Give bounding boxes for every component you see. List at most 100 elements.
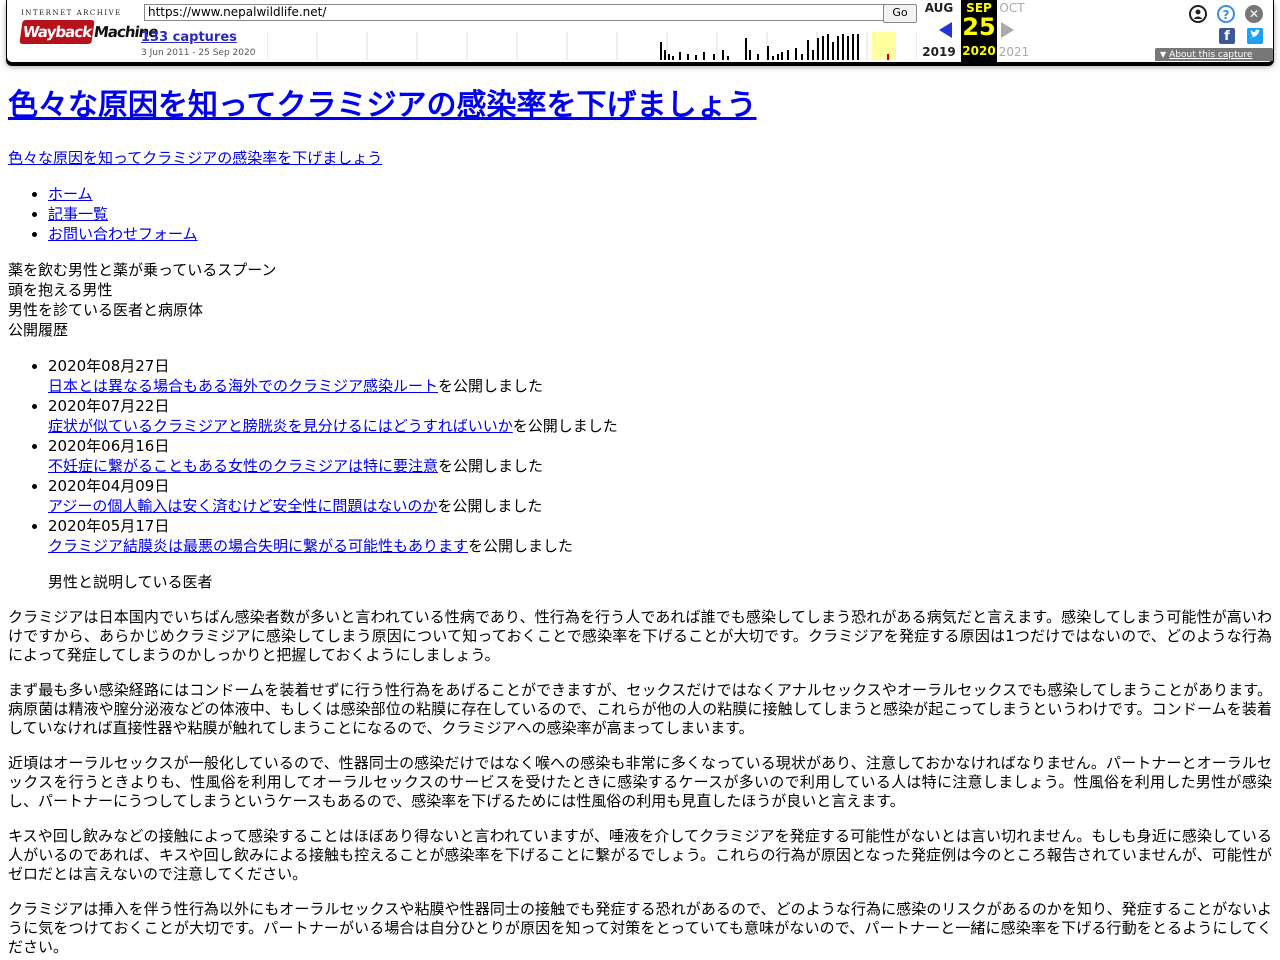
captures-link-wrap: 133 captures bbox=[141, 30, 237, 45]
next-month-label: OCT bbox=[999, 1, 1025, 15]
sparkline-capture-bar bbox=[703, 52, 705, 60]
prev-capture-arrow-icon[interactable] bbox=[939, 22, 952, 38]
wayback-logo[interactable]: INTERNET ARCHIVE Wayback Machine bbox=[19, 9, 159, 45]
article-paragraph: まず最も多い感染経路にはコンドームを装着せずに行う性行為をあげることができますが… bbox=[8, 681, 1272, 737]
history-date: 2020年04月09日 bbox=[48, 477, 170, 495]
sparkline-capture-bar bbox=[687, 54, 689, 60]
current-year: 2020 bbox=[962, 44, 996, 58]
sparkline-capture-bar bbox=[664, 50, 666, 60]
main-nav: ホーム 記事一覧 お問い合わせフォーム bbox=[8, 184, 1272, 244]
sparkline-capture-bar bbox=[842, 34, 844, 60]
history-suffix: を公開しました bbox=[438, 377, 544, 395]
sparkline-capture-bar bbox=[887, 54, 889, 60]
sparkline-capture-bar bbox=[812, 50, 814, 60]
sparkline-capture-bar bbox=[807, 40, 809, 60]
facebook-icon[interactable]: f bbox=[1219, 28, 1235, 44]
sparkline-capture-bar bbox=[847, 36, 849, 60]
sparkline-capture-bar bbox=[668, 54, 670, 60]
sparkline-capture-bar bbox=[837, 36, 839, 60]
sparkline-capture-bar bbox=[727, 56, 729, 60]
sparkline-capture-bar bbox=[672, 56, 674, 60]
history-heading: 公開履歴 bbox=[8, 321, 69, 339]
sparkline-capture-bar bbox=[827, 34, 829, 60]
logo-wayback-word: Wayback bbox=[19, 20, 95, 44]
capture-range: 3 Jun 2011 - 25 Sep 2020 bbox=[141, 48, 256, 58]
about-capture-tab[interactable]: ▼ About this capture bbox=[1155, 48, 1273, 61]
captures-link[interactable]: 133 captures bbox=[141, 30, 237, 45]
sparkline-capture-bar bbox=[695, 55, 697, 60]
sparkline-capture-bar bbox=[777, 54, 779, 60]
history-suffix: を公開しました bbox=[468, 537, 574, 555]
sparkline-capture-bar bbox=[795, 48, 797, 60]
sparkline-capture-bar bbox=[817, 38, 819, 60]
sparkline-capture-bar bbox=[745, 38, 747, 60]
current-capture-date: SEP 25 2020 bbox=[961, 0, 997, 62]
broken-image-list: 薬を飲む男性と薬が乗っているスプーン 頭を抱える男性 男性を診ている医者と病原体… bbox=[8, 260, 1272, 340]
article-paragraph: クラミジアは日本国内でいちばん感染者数が多いと言われている性病であり、性行為を行… bbox=[8, 608, 1272, 664]
sparkline-capture-bar bbox=[781, 52, 783, 60]
nav-item-articles: 記事一覧 bbox=[48, 204, 1272, 224]
logo-internet-archive: INTERNET ARCHIVE bbox=[21, 9, 122, 17]
nav-link-home[interactable]: ホーム bbox=[48, 185, 93, 203]
article-paragraph: 近頃はオーラルセックスが一般化しているので、性器同士の感染だけではなく喉への感染… bbox=[8, 754, 1272, 810]
history-date: 2020年07月22日 bbox=[48, 397, 170, 415]
history-item: 2020年07月22日 症状が似ているクラミジアと膀胱炎を見分けるにはどうすれば… bbox=[48, 396, 1272, 436]
history-item: 2020年05月17日 クラミジア結膜炎は最悪の場合失明に繋がる可能性もあります… bbox=[48, 516, 1272, 556]
current-day: 25 bbox=[962, 13, 996, 41]
go-button[interactable]: Go bbox=[883, 4, 917, 23]
next-year-label: 2021 bbox=[998, 45, 1030, 59]
sparkline-capture-bar bbox=[749, 50, 751, 60]
sparkline-capture-bar bbox=[757, 54, 759, 60]
site-title-link[interactable]: 色々な原因を知ってクラミジアの感染率を下げましょう bbox=[8, 88, 757, 123]
broken-image-alt: 男性と説明している医者 bbox=[48, 573, 213, 591]
page-content: 色々な原因を知ってクラミジアの感染率を下げましょう 色々な原因を知ってクラミジア… bbox=[8, 82, 1272, 957]
history-link[interactable]: 症状が似ているクラミジアと膀胱炎を見分けるにはどうすればいいか bbox=[48, 417, 513, 435]
broken-image-alt: 頭を抱える男性 bbox=[8, 281, 113, 299]
history-list: 2020年08月27日 日本とは異なる場合もある海外でのクラミジア感染ルートを公… bbox=[8, 356, 1272, 556]
sparkline-capture-bar bbox=[832, 42, 834, 60]
sparkline-capture-bar bbox=[713, 54, 715, 60]
twitter-icon[interactable] bbox=[1247, 28, 1263, 44]
sparkline-capture-bar bbox=[801, 54, 803, 60]
history-suffix: を公開しました bbox=[438, 457, 544, 475]
history-item: 2020年04月09日 アジーの個人輸入は安く済むけど安全性に問題はないのかを公… bbox=[48, 476, 1272, 516]
broken-image-alt: 薬を飲む男性と薬が乗っているスプーン bbox=[8, 261, 277, 279]
nav-item-contact: お問い合わせフォーム bbox=[48, 224, 1272, 244]
nav-link-contact[interactable]: お問い合わせフォーム bbox=[48, 225, 198, 243]
site-title: 色々な原因を知ってクラミジアの感染率を下げましょう bbox=[8, 82, 1272, 130]
sparkline-capture-bar bbox=[852, 34, 854, 60]
help-icon[interactable]: ? bbox=[1217, 5, 1235, 23]
sparkline-capture-bar bbox=[660, 42, 662, 60]
history-item: 2020年06月16日 不妊症に繋がることもある女性のクラミジアは特に要注意を公… bbox=[48, 436, 1272, 476]
about-capture-link[interactable]: About this capture bbox=[1169, 50, 1252, 60]
capture-sparkline[interactable] bbox=[267, 32, 917, 60]
history-link[interactable]: 日本とは異なる場合もある海外でのクラミジア感染ルート bbox=[48, 377, 438, 395]
sparkline-capture-bar bbox=[787, 50, 789, 60]
history-link[interactable]: 不妊症に繋がることもある女性のクラミジアは特に要注意 bbox=[48, 457, 438, 475]
prev-year-label[interactable]: 2019 bbox=[919, 45, 959, 59]
history-suffix: を公開しました bbox=[437, 497, 543, 515]
history-link[interactable]: クラミジア結膜炎は最悪の場合失明に繋がる可能性もあります bbox=[48, 537, 468, 555]
sparkline-current-year-highlight bbox=[872, 32, 896, 60]
history-date: 2020年06月16日 bbox=[48, 437, 170, 455]
history-link[interactable]: アジーの個人輸入は安く済むけど安全性に問題はないのか bbox=[48, 497, 437, 515]
sparkline-capture-bar bbox=[857, 34, 859, 60]
article-paragraph: クラミジアは挿入を伴う性行為以外にもオーラルセックスや粘膜や性器同士の接触でも発… bbox=[8, 900, 1272, 956]
user-icon[interactable] bbox=[1189, 5, 1207, 23]
sparkline-capture-bar bbox=[772, 56, 774, 60]
close-icon[interactable]: ✕ bbox=[1245, 5, 1263, 23]
sparkline-capture-bar bbox=[822, 36, 824, 60]
sparkline-capture-bar bbox=[767, 46, 769, 60]
history-date: 2020年05月17日 bbox=[48, 517, 170, 535]
nav-link-articles[interactable]: 記事一覧 bbox=[48, 205, 108, 223]
prev-month-label[interactable]: AUG bbox=[919, 1, 959, 15]
sparkline-capture-bar bbox=[679, 52, 681, 60]
sparkline-capture-bar bbox=[722, 50, 724, 60]
article-paragraph: キスや回し飲みなどの接触によって感染することはほぼあり得ないと言われていますが、… bbox=[8, 827, 1272, 883]
triangle-down-icon: ▼ bbox=[1160, 50, 1167, 59]
broken-image-alt: 男性を診ている医者と病原体 bbox=[8, 301, 204, 319]
history-suffix: を公開しました bbox=[512, 417, 618, 435]
history-item: 2020年08月27日 日本とは異なる場合もある海外でのクラミジア感染ルートを公… bbox=[48, 356, 1272, 396]
url-input[interactable]: https://www.nepalwildlife.net/ bbox=[144, 4, 886, 21]
site-tagline-link[interactable]: 色々な原因を知ってクラミジアの感染率を下げましょう bbox=[8, 148, 1272, 168]
